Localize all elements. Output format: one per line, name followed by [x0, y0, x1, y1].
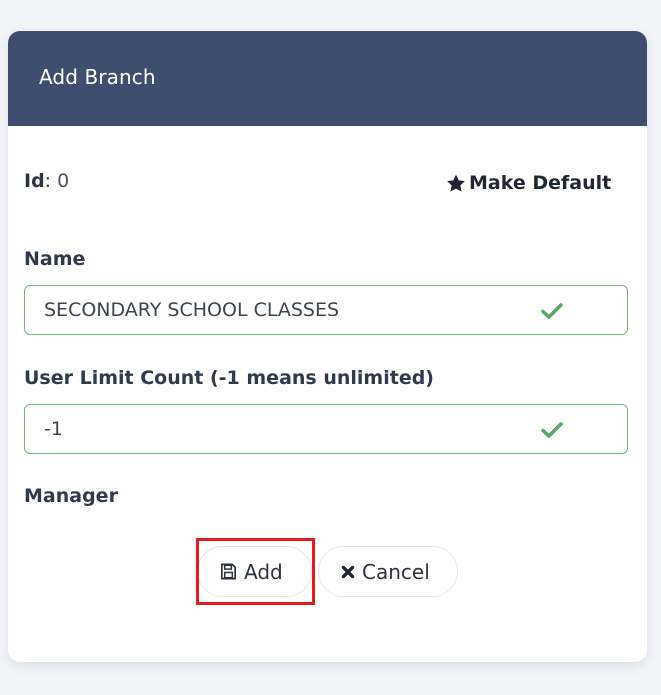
save-icon — [220, 563, 237, 580]
name-field[interactable]: SECONDARY SCHOOL CLASSES — [24, 285, 628, 335]
id-display: Id: 0 — [24, 170, 69, 192]
name-value: SECONDARY SCHOOL CLASSES — [44, 299, 340, 321]
cancel-button-label: Cancel — [362, 559, 430, 584]
user-limit-label: User Limit Count (-1 means unlimited) — [24, 367, 434, 389]
id-label: Id — [24, 170, 45, 192]
user-limit-field[interactable]: -1 — [24, 404, 628, 454]
make-default-button[interactable]: Make Default — [445, 172, 611, 194]
dialog-title: Add Branch — [39, 65, 156, 89]
make-default-label: Make Default — [469, 172, 612, 194]
cancel-button[interactable]: Cancel — [318, 546, 458, 597]
check-icon — [541, 422, 563, 438]
add-button-label: Add — [244, 559, 283, 584]
add-button[interactable]: Add — [197, 546, 312, 597]
star-icon — [447, 174, 465, 192]
user-limit-value: -1 — [44, 418, 63, 440]
manager-label: Manager — [24, 485, 118, 507]
id-separator: : — [44, 170, 58, 192]
id-value: 0 — [57, 170, 70, 192]
name-label: Name — [24, 248, 86, 270]
dialog-header: Add Branch — [8, 31, 647, 126]
close-icon — [341, 565, 355, 578]
check-icon — [541, 303, 563, 319]
